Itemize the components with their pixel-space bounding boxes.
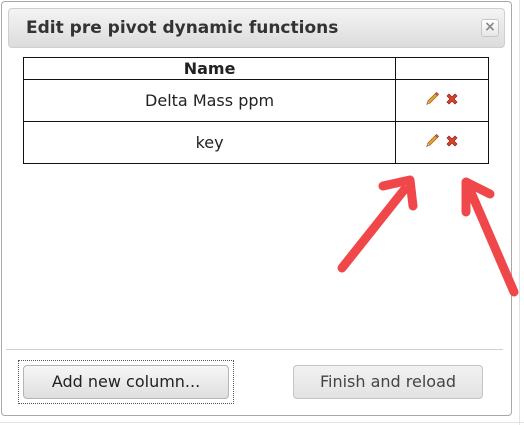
dialog-title: Edit pre pivot dynamic functions <box>26 18 339 38</box>
table-row: Delta Mass ppm <box>22 79 489 122</box>
dialog-titlebar[interactable]: Edit pre pivot dynamic functions × <box>8 8 505 48</box>
finish-reload-button[interactable]: Finish and reload <box>293 365 483 399</box>
column-header-name: Name <box>22 57 397 80</box>
background-edge <box>519 0 520 425</box>
delete-icon[interactable] <box>444 133 460 149</box>
delete-icon[interactable] <box>444 91 460 107</box>
functions-table: Name Delta Mass ppm key <box>22 57 489 164</box>
pencil-icon[interactable] <box>424 91 440 107</box>
column-header-actions <box>395 57 489 80</box>
table-row: key <box>22 121 489 164</box>
close-button[interactable]: × <box>481 19 499 37</box>
pencil-icon[interactable] <box>424 133 440 149</box>
function-name: key <box>22 121 397 164</box>
background-edge <box>0 422 524 423</box>
footer-divider <box>6 349 503 350</box>
add-column-button[interactable]: Add new column... <box>23 365 229 399</box>
function-name: Delta Mass ppm <box>22 79 397 122</box>
table-header-row: Name <box>22 57 489 80</box>
close-icon: × <box>484 19 496 35</box>
